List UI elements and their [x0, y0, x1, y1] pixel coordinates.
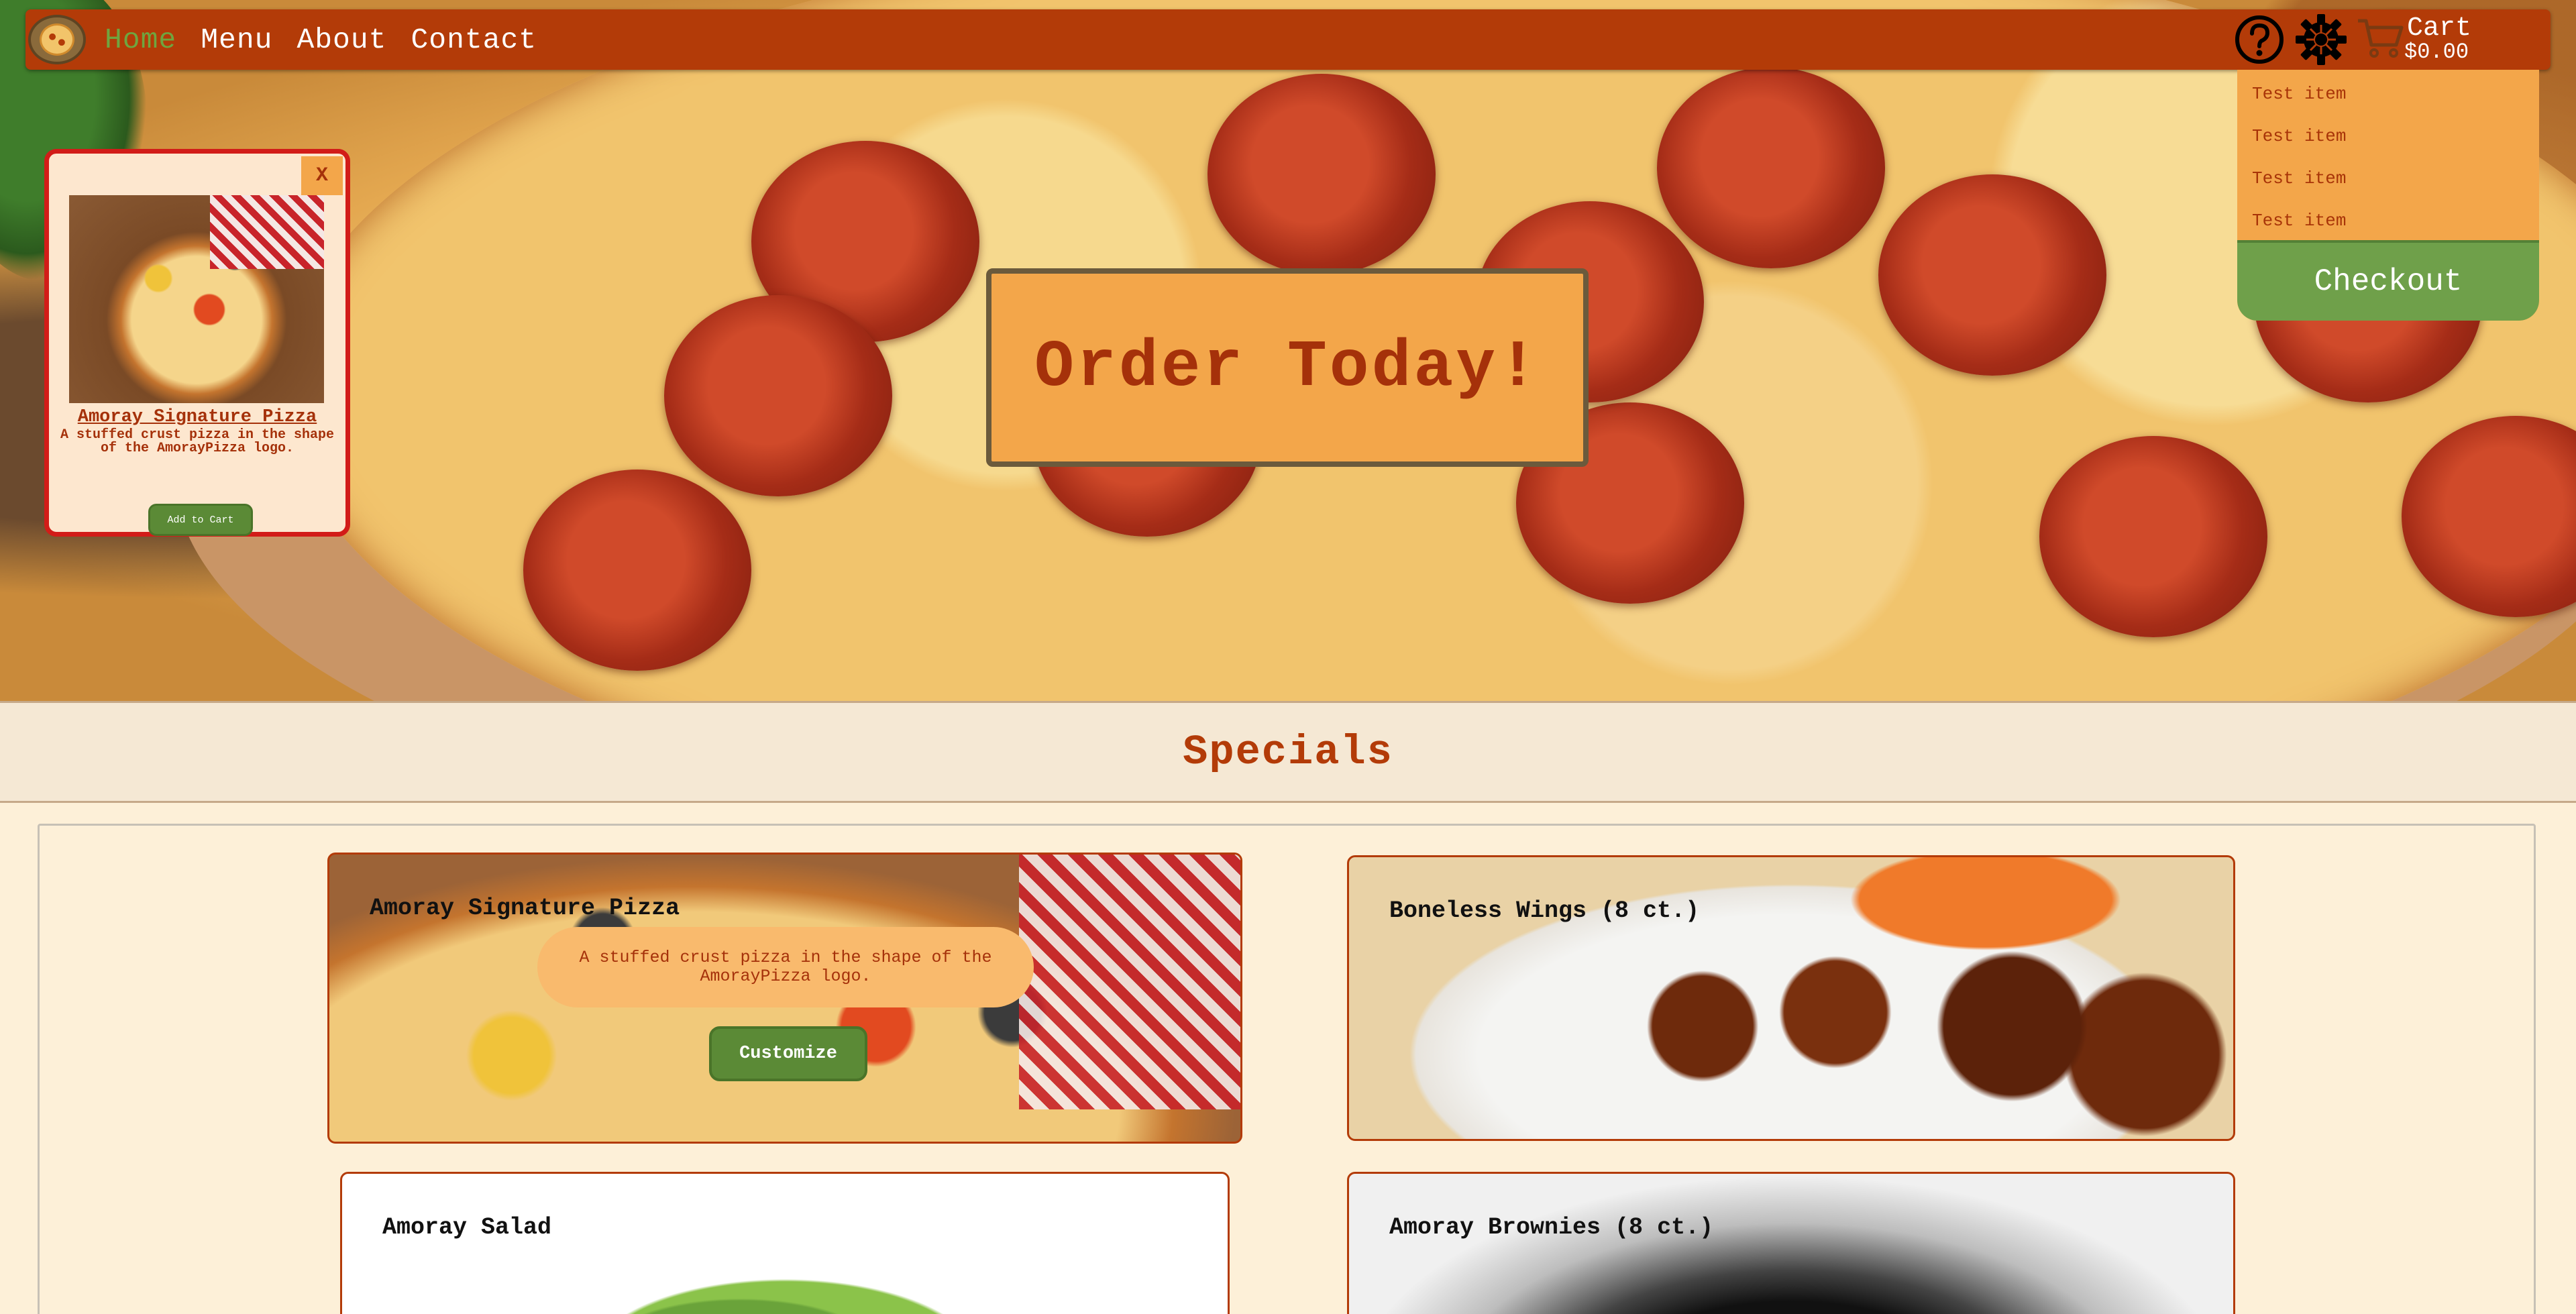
cart-item[interactable]: Test item	[2237, 80, 2539, 123]
nav-link-menu[interactable]: Menu	[201, 23, 272, 56]
special-card-brownies[interactable]: Amoray Brownies (8 ct.)	[1347, 1172, 2235, 1314]
nav-link-about[interactable]: About	[297, 23, 386, 56]
nav-links: Home Menu About Contact	[105, 23, 537, 56]
card-title: Boneless Wings (8 ct.)	[1389, 897, 1700, 924]
pepperoni	[1208, 74, 1436, 275]
pepperoni	[664, 295, 892, 496]
cart-dropdown: Test item Test item Test item Test item …	[2237, 70, 2539, 321]
specials-title: Specials	[1183, 728, 1393, 776]
special-card-signature-pizza[interactable]: Amoray Signature Pizza A stuffed crust p…	[327, 853, 1242, 1144]
card-title: Amoray Brownies (8 ct.)	[1389, 1214, 1714, 1241]
cart-item[interactable]: Test item	[2237, 165, 2539, 207]
pepperoni	[523, 470, 751, 671]
nav-link-contact[interactable]: Contact	[411, 23, 537, 56]
checkout-button[interactable]: Checkout	[2237, 240, 2539, 321]
cart-icon	[2356, 14, 2404, 66]
add-to-cart-button[interactable]: Add to Cart	[148, 504, 253, 536]
specials-header: Specials	[0, 701, 2576, 803]
top-navbar: Home Menu About Contact Cart $0.00	[25, 9, 2551, 70]
help-icon[interactable]	[2233, 13, 2286, 66]
pepperoni	[2039, 436, 2267, 637]
popup-pizza-image	[69, 195, 324, 403]
cart-item[interactable]: Test item	[2237, 123, 2539, 165]
special-card-salad[interactable]: Amoray Salad	[340, 1172, 1230, 1314]
cart-button[interactable]: Cart $0.00	[2356, 9, 2551, 70]
card-title: Amoray Salad	[382, 1214, 552, 1241]
cart-items-list: Test item Test item Test item Test item	[2237, 70, 2539, 250]
logo-icon[interactable]	[28, 15, 86, 64]
cart-label: Cart	[2407, 13, 2472, 44]
popup-close-button[interactable]: X	[301, 156, 343, 195]
nav-link-home[interactable]: Home	[105, 23, 176, 56]
cart-summary: Cart $0.00	[2404, 13, 2472, 64]
card-description: A stuffed crust pizza in the shape of th…	[537, 927, 1034, 1007]
popup-description: A stuffed crust pizza in the shape of th…	[60, 427, 335, 456]
cart-total: $0.00	[2404, 40, 2469, 64]
pepperoni	[1657, 67, 1885, 268]
pepperoni	[1878, 174, 2106, 376]
customize-button[interactable]: Customize	[709, 1026, 867, 1081]
settings-icon[interactable]	[2294, 13, 2348, 66]
nav-actions: Cart $0.00	[2233, 9, 2551, 70]
pepperoni	[2402, 416, 2576, 617]
order-today-button[interactable]: Order Today!	[986, 268, 1589, 467]
card-title: Amoray Signature Pizza	[370, 895, 680, 922]
popup-title[interactable]: Amoray Signature Pizza	[49, 407, 345, 427]
item-popup: X Amoray Signature Pizza A stuffed crust…	[44, 149, 350, 537]
special-card-boneless-wings[interactable]: Boneless Wings (8 ct.)	[1347, 855, 2235, 1141]
